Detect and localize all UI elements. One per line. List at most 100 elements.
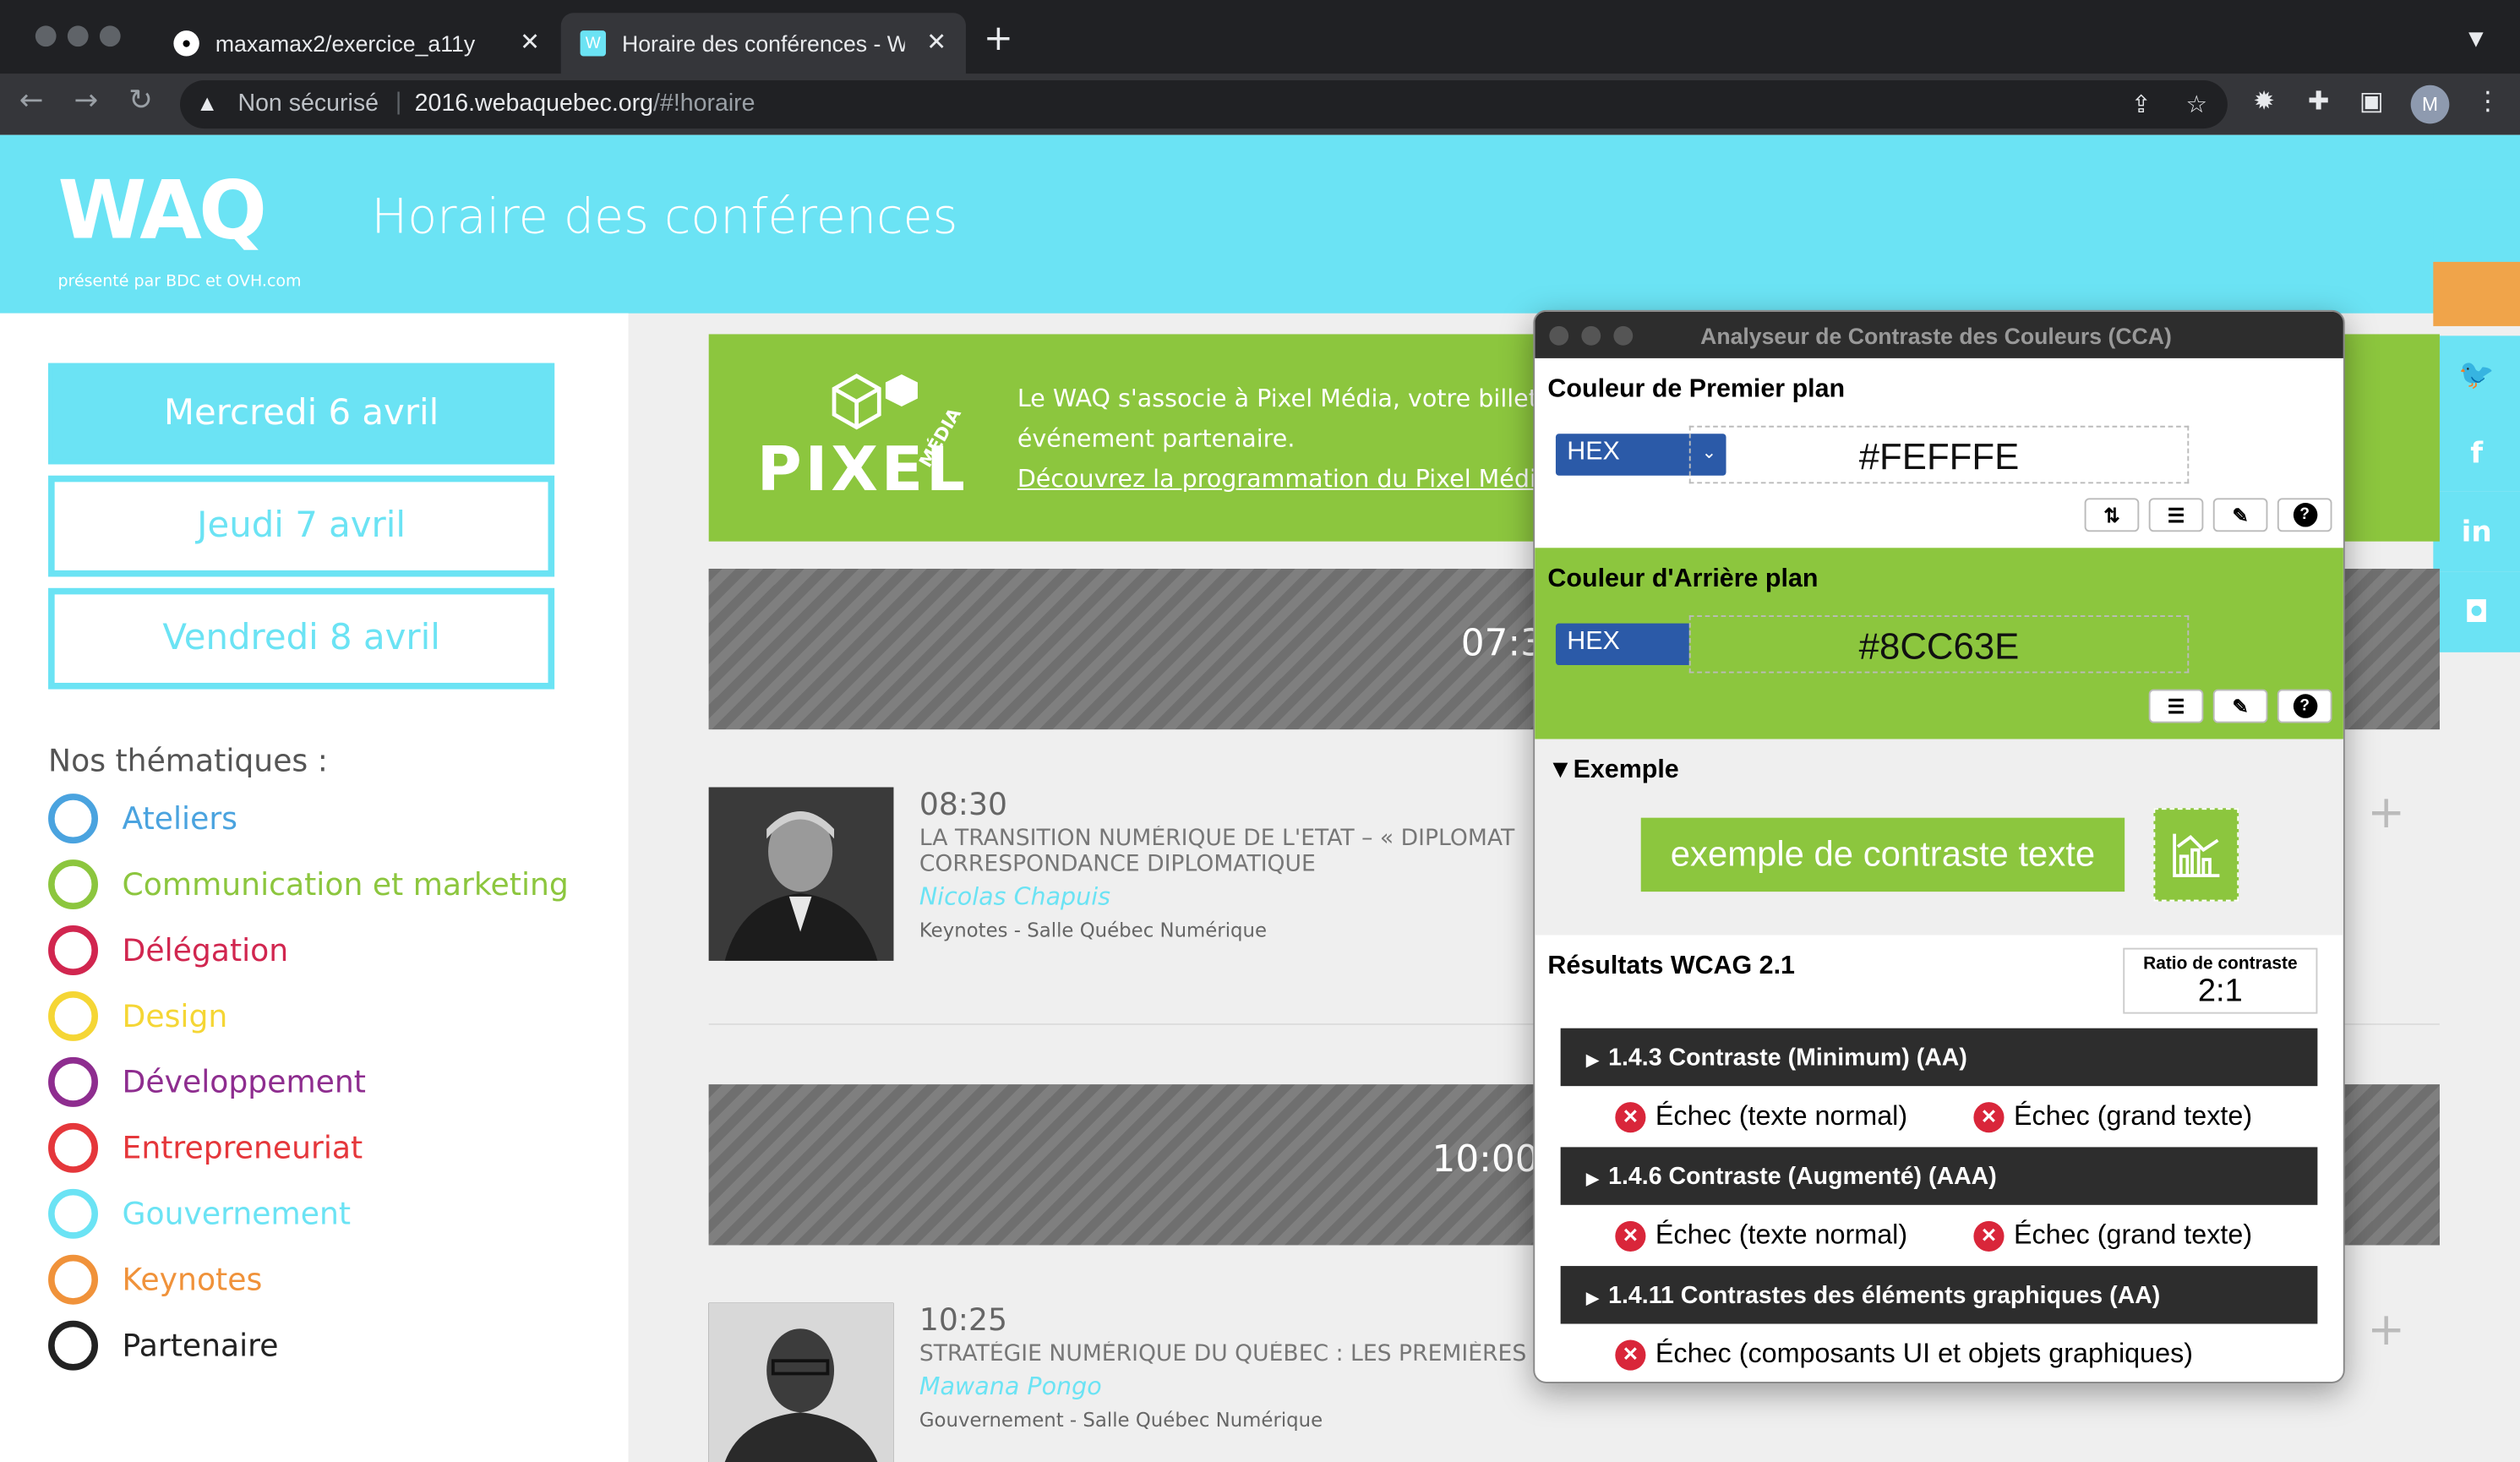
banner-text: Le WAQ s'associe à Pixel Média, votre bi… (1017, 379, 1548, 500)
new-tab-button[interactable]: + (984, 22, 1013, 58)
share-icon[interactable]: ⇪ (2131, 90, 2152, 118)
theme-label: Développement (122, 1064, 366, 1100)
extension-gear-icon[interactable]: ✹ (2253, 88, 2274, 114)
theme-item[interactable]: Développement (48, 1056, 366, 1107)
linkedin-icon[interactable]: in (2433, 491, 2520, 572)
theme-item[interactable]: Délégation (48, 925, 288, 975)
theme-item[interactable]: Partenaire (48, 1320, 279, 1371)
warning-icon[interactable]: ▲ (196, 90, 218, 115)
session-title[interactable]: STRATÉGIE NUMÉRIQUE DU QUÉBEC : LES PREM… (919, 1341, 1533, 1370)
day-button-thursday[interactable]: Jeudi 7 avril (48, 475, 555, 577)
help-icon[interactable]: ? (2277, 498, 2332, 532)
sliders-icon[interactable]: ☰ (2148, 498, 2204, 532)
theme-label: Design (122, 998, 228, 1034)
format-value: HEX (1567, 439, 1620, 466)
swap-colors-icon[interactable]: ⇅ (2084, 498, 2140, 532)
tab-search-chevron-icon[interactable]: ▼ (2468, 27, 2484, 50)
eyedropper-icon[interactable]: ✎ (2212, 498, 2268, 532)
foreground-hex-input[interactable]: #FEFFFE (1688, 425, 2190, 484)
presented-by: présenté par BDC et OVH.com (57, 273, 302, 292)
close-tab-icon[interactable]: ✕ (520, 27, 540, 56)
day-button-wednesday[interactable]: Mercredi 6 avril (48, 363, 555, 465)
cube-icon (832, 374, 918, 430)
browser-menu-icon[interactable]: ⋮ (2475, 88, 2501, 114)
disclosure-triangle-icon: ▶ (1586, 1052, 1599, 1071)
disclosure-triangle-icon: ▶ (1586, 1290, 1599, 1308)
criterion-1-4-11[interactable]: ▶ 1.4.11 Contrastes des éléments graphiqu… (1560, 1266, 2318, 1324)
session-speaker[interactable]: Mawana Pongo (919, 1372, 1102, 1401)
side-panel-icon[interactable]: ▣ (2359, 88, 2384, 114)
sliders-icon[interactable]: ☰ (2148, 689, 2204, 723)
speaker-photo (708, 1302, 894, 1462)
result-text: Échec (texte normal) (1655, 1219, 1908, 1251)
result-fail: ✕ Échec (composants UI et objets graphiqu… (1615, 1339, 2193, 1371)
session-meta: Keynotes - Salle Québec Numérique (919, 919, 1268, 942)
theme-ring-icon (48, 1122, 99, 1173)
eyedropper-icon[interactable]: ✎ (2212, 689, 2268, 723)
reload-icon[interactable]: ↻ (128, 86, 153, 116)
theme-item[interactable]: Ateliers (48, 794, 237, 844)
cca-minimize-dot[interactable] (1581, 325, 1601, 346)
twitter-icon[interactable]: 🐦 (2433, 335, 2520, 415)
cca-zoom-dot[interactable] (1613, 325, 1634, 346)
tab-title: Horaire des conférences - Web (621, 30, 905, 57)
theme-item[interactable]: Design (48, 990, 228, 1041)
pixel-media-link[interactable]: Découvrez la programmation du Pixel Médi… (1017, 460, 1548, 500)
background-tools: ☰ ✎ ? (2148, 689, 2332, 723)
back-arrow-icon[interactable]: ← (19, 86, 44, 116)
social-bar-top (2433, 189, 2520, 254)
browser-toolbar: ← → ↻ ▲ Non sécurisé | 2016.webaquebec.o… (0, 74, 2520, 135)
theme-item[interactable]: Gouvernement (48, 1188, 352, 1239)
extensions-puzzle-icon[interactable]: ✚ (2308, 88, 2329, 114)
theme-label: Keynotes (122, 1262, 263, 1298)
theme-item[interactable]: Keynotes (48, 1254, 263, 1305)
speaker-portrait-image (708, 787, 894, 961)
facebook-icon[interactable]: f (2433, 414, 2520, 492)
bar-chart-icon (2172, 833, 2219, 878)
foreground-tools: ⇅ ☰ ✎ ? (2084, 498, 2332, 532)
theme-item[interactable]: Communication et marketing (48, 859, 569, 910)
result-fail: ✕ Échec (texte normal) (1615, 1100, 1907, 1132)
url-text[interactable]: 2016.webaquebec.org/#!horaire (415, 90, 755, 117)
address-bar[interactable]: ▲ Non sécurisé | 2016.webaquebec.org/#!h… (180, 80, 2228, 129)
tab-github[interactable]: ● maxamax2/exercice_a11y ✕ (155, 13, 559, 74)
criterion-1-4-3[interactable]: ▶ 1.4.3 Contraste (Minimum) (AA) (1560, 1028, 2318, 1087)
add-session-plus-icon[interactable]: + (2367, 789, 2405, 835)
example-toggle[interactable]: ▼Exemple (1547, 756, 1678, 785)
theme-item[interactable]: Entrepreneuriat (48, 1122, 363, 1173)
forward-arrow-icon[interactable]: → (74, 86, 98, 116)
add-session-plus-icon[interactable]: + (2367, 1307, 2405, 1352)
close-tab-icon[interactable]: ✕ (926, 27, 946, 56)
background-hex-input[interactable]: #8CC63E (1688, 615, 2190, 674)
criterion-title: 1.4.11 Contrastes des éléments graphique… (1608, 1282, 2161, 1310)
profile-avatar[interactable]: M (2410, 85, 2450, 124)
theme-ring-icon (48, 859, 99, 910)
tab-horaire[interactable]: W Horaire des conférences - Web ✕ (560, 13, 966, 74)
background-heading: Couleur d'Arrière plan (1547, 565, 1819, 593)
window-close-dot[interactable] (35, 25, 57, 47)
bookmark-star-icon[interactable]: ☆ (2185, 90, 2207, 118)
window-zoom-dot[interactable] (99, 25, 121, 47)
fail-x-icon: ✕ (1615, 1339, 1646, 1370)
window-minimize-dot[interactable] (67, 25, 89, 47)
security-label[interactable]: Non sécurisé (237, 90, 378, 117)
session-title[interactable]: LA TRANSITION NUMÉRIQUE DE L'ETAT – « DI… (919, 826, 1530, 881)
cca-close-dot[interactable] (1549, 325, 1569, 346)
theme-ring-icon (48, 925, 99, 975)
separator: | (395, 88, 402, 116)
tab-title: maxamax2/exercice_a11y (215, 30, 476, 57)
pixel-media-logo[interactable]: PIXEL MÉDIA (757, 369, 974, 505)
theme-label: Gouvernement (122, 1196, 352, 1232)
help-icon[interactable]: ? (2277, 689, 2332, 723)
result-text: Échec (texte normal) (1655, 1100, 1908, 1132)
day-button-friday[interactable]: Vendredi 8 avril (48, 587, 555, 690)
session-speaker[interactable]: Nicolas Chapuis (919, 882, 1110, 911)
banner-line-1: Le WAQ s'associe à Pixel Média, votre bi… (1017, 384, 1548, 413)
instagram-glyph: ◘ (2464, 595, 2490, 630)
theme-label: Partenaire (122, 1328, 279, 1364)
instagram-icon[interactable]: ◘ (2433, 571, 2520, 652)
waq-logo[interactable]: WAQ présenté par BDC et OVH.com (57, 171, 314, 299)
session-meta: Gouvernement - Salle Québec Numérique (919, 1409, 1323, 1432)
criterion-1-4-6[interactable]: ▶ 1.4.6 Contraste (Augmenté) (AAA) (1560, 1147, 2318, 1205)
result-fail: ✕ Échec (grand texte) (1973, 1100, 2252, 1132)
